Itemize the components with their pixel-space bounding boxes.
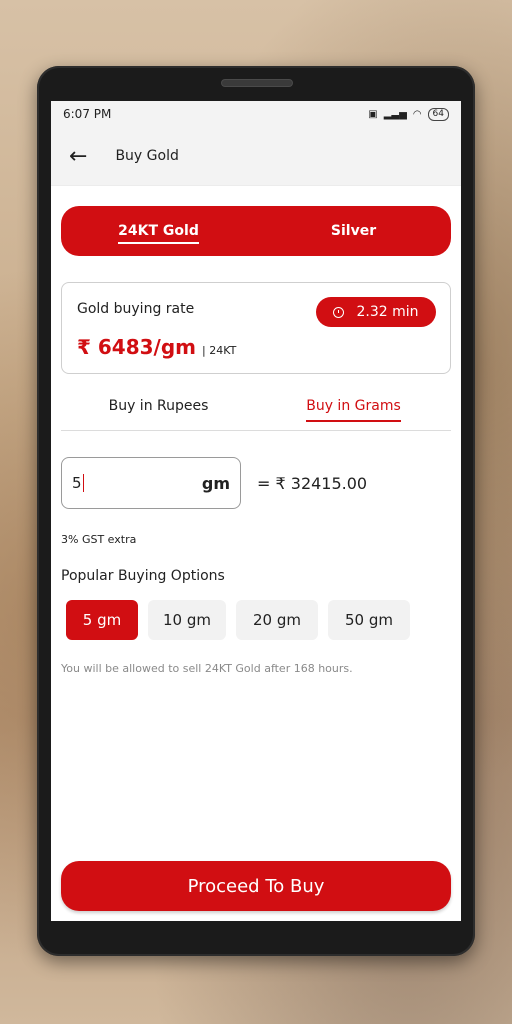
status-bar: 6:07 PM ▣ ▂▃▅ ◠ 64 <box>51 101 461 127</box>
battery-icon: 64 <box>427 107 449 121</box>
app-screen: 6:07 PM ▣ ▂▃▅ ◠ 64 ← Buy Gold 24KT Gold … <box>51 101 461 921</box>
popular-options-title: Popular Buying Options <box>61 568 225 584</box>
tab-buy-in-rupees-label: Buy in Rupees <box>108 398 209 414</box>
tab-buy-in-rupees[interactable]: Buy in Rupees <box>61 398 256 430</box>
tab-silver[interactable]: Silver <box>256 223 451 239</box>
timer-value: 2.32 min <box>356 304 419 320</box>
status-time: 6:07 PM <box>63 107 112 121</box>
tab-buy-in-grams-label: Buy in Grams <box>306 398 401 422</box>
volte-icon: ▣ <box>368 108 378 120</box>
tab-buy-in-grams[interactable]: Buy in Grams <box>256 398 451 430</box>
rate-label: Gold buying rate <box>77 301 195 317</box>
popular-options: 5 gm 10 gm 20 gm 50 gm <box>66 600 451 640</box>
clock-icon <box>333 306 345 318</box>
grams-unit-label: gm <box>201 473 230 493</box>
signal-icon: ▂▃▅ <box>383 108 407 120</box>
buy-mode-tabs: Buy in Rupees Buy in Grams <box>61 398 451 431</box>
grams-input-value[interactable]: 5 <box>72 474 84 492</box>
wifi-icon: ◠ <box>412 108 422 120</box>
option-5-gm[interactable]: 5 gm <box>66 600 138 640</box>
sell-lock-note: You will be allowed to sell 24KT Gold af… <box>61 662 353 675</box>
back-arrow-icon[interactable]: ← <box>69 144 87 169</box>
rate-unit: | 24KT <box>202 344 237 357</box>
rupee-equivalent: = ₹ 32415.00 <box>257 473 368 493</box>
rate-value: ₹ 6483/gm <box>77 335 197 359</box>
page-title: Buy Gold <box>115 148 179 164</box>
phone-speaker <box>221 79 293 87</box>
proceed-to-buy-button[interactable]: Proceed To Buy <box>61 861 451 911</box>
metal-toggle: 24KT Gold Silver <box>61 206 451 256</box>
grams-input[interactable]: 5 gm <box>61 457 241 509</box>
tab-24kt-gold[interactable]: 24KT Gold <box>61 223 256 244</box>
app-bar: ← Buy Gold <box>51 127 461 186</box>
tab-24kt-gold-label: 24KT Gold <box>118 223 199 244</box>
rate-card: Gold buying rate ₹ 6483/gm | 24KT 2.32 mi… <box>61 282 451 374</box>
option-50-gm[interactable]: 50 gm <box>328 600 410 640</box>
option-20-gm[interactable]: 20 gm <box>236 600 318 640</box>
rate-timer-badge: 2.32 min <box>316 297 436 327</box>
gst-note: 3% GST extra <box>61 533 137 546</box>
option-10-gm[interactable]: 10 gm <box>148 600 226 640</box>
status-icons: ▣ ▂▃▅ ◠ 64 <box>368 107 449 121</box>
tab-silver-label: Silver <box>330 223 377 239</box>
phone-frame: 6:07 PM ▣ ▂▃▅ ◠ 64 ← Buy Gold 24KT Gold … <box>37 66 475 956</box>
amount-row: 5 gm = ₹ 32415.00 <box>61 457 451 509</box>
rate-value-line: ₹ 6483/gm | 24KT <box>77 335 236 359</box>
